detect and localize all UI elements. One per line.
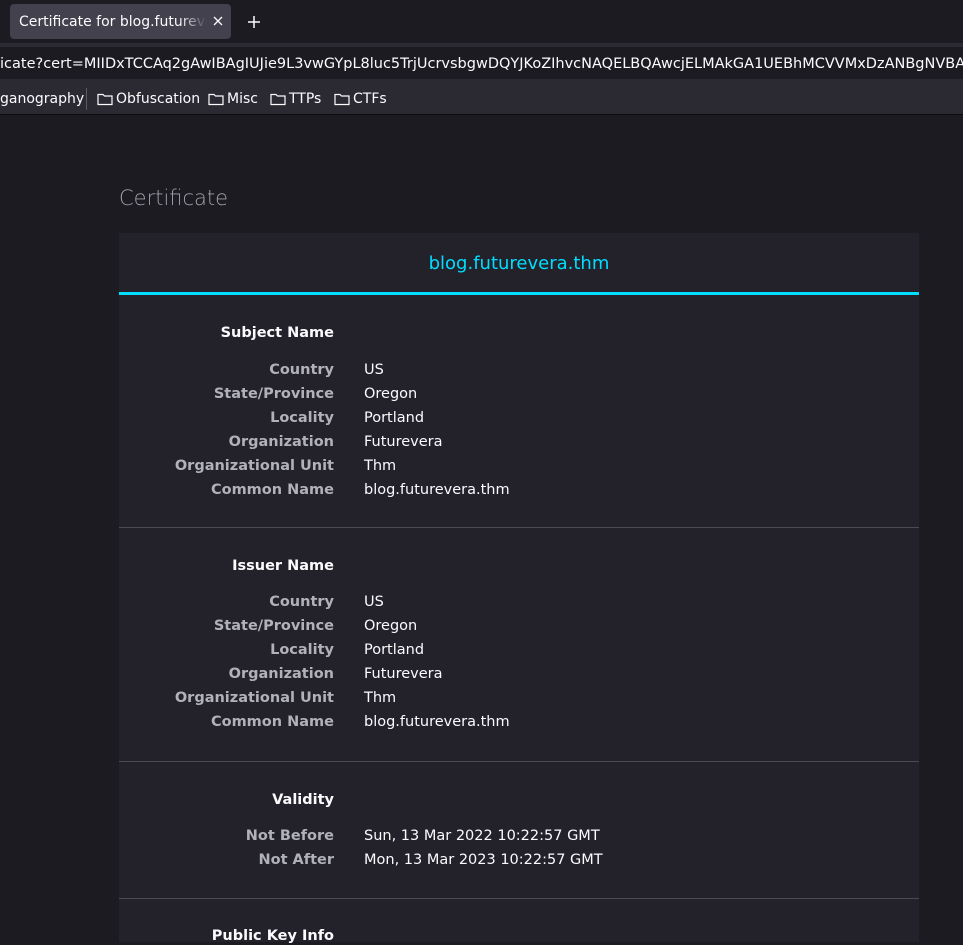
field-value: Sun, 13 Mar 2022 10:22:57 GMT bbox=[364, 828, 600, 844]
field-label: Common Name bbox=[210, 714, 334, 730]
field-label: State/Province bbox=[213, 386, 334, 402]
field-row: Country US bbox=[119, 361, 919, 385]
plus-icon bbox=[248, 16, 260, 28]
field-row: State/Province Oregon bbox=[119, 617, 919, 641]
field-row: Organization Futurevera bbox=[119, 433, 919, 457]
tab-title: Certificate for blog.futurevera.thm bbox=[19, 14, 207, 30]
tab-strip: Certificate for blog.futurevera.thm bbox=[0, 0, 963, 43]
field-row: Common Name blog.futurevera.thm bbox=[119, 481, 919, 505]
close-icon[interactable] bbox=[208, 11, 228, 31]
field-value: Thm bbox=[364, 690, 397, 706]
bookmark-label: TTPs bbox=[289, 91, 322, 107]
field-value: US bbox=[364, 594, 384, 610]
certificate-hostname: blog.futurevera.thm bbox=[428, 253, 610, 274]
folder-icon bbox=[97, 93, 113, 106]
bookmarks-bar: ganography Obfuscation Misc TTPs CTFs bbox=[0, 83, 963, 115]
folder-icon bbox=[334, 93, 350, 106]
field-label: State/Province bbox=[213, 618, 334, 634]
field-label: Country bbox=[269, 594, 334, 610]
folder-icon bbox=[208, 93, 224, 106]
page-title: Certificate bbox=[119, 186, 229, 210]
field-row: Organizational Unit Thm bbox=[119, 457, 919, 481]
field-value: Oregon bbox=[364, 386, 418, 402]
field-row: Not After Mon, 13 Mar 2023 10:22:57 GMT bbox=[119, 851, 919, 875]
section-title: Issuer Name bbox=[232, 558, 334, 574]
field-value: Futurevera bbox=[364, 434, 443, 450]
tab-certificate[interactable]: Certificate for blog.futurevera.thm bbox=[10, 4, 231, 39]
field-label: Country bbox=[269, 362, 334, 378]
bookmark-folder-misc[interactable]: Misc bbox=[208, 90, 258, 108]
field-row: Country US bbox=[119, 593, 919, 617]
bookmark-label: Obfuscation bbox=[116, 91, 201, 107]
field-value: Portland bbox=[364, 410, 425, 426]
field-value: Portland bbox=[364, 642, 425, 658]
field-label: Organization bbox=[228, 434, 334, 450]
field-label: Organizational Unit bbox=[174, 458, 334, 474]
bookmark-label: Misc bbox=[227, 91, 258, 107]
field-label: Not After bbox=[258, 852, 334, 868]
url-text: icate?cert=MIIDxTCCAq2gAwIBAgIUJie9L3vwG… bbox=[0, 56, 963, 72]
certificate-tab-header[interactable]: blog.futurevera.thm bbox=[119, 233, 919, 295]
bookmark-folder-ttps[interactable]: TTPs bbox=[270, 90, 321, 108]
field-value: blog.futurevera.thm bbox=[364, 482, 510, 498]
bookmark-folder-obfuscation[interactable]: Obfuscation bbox=[97, 90, 200, 108]
field-row: Organizational Unit Thm bbox=[119, 689, 919, 713]
field-value: Thm bbox=[364, 458, 397, 474]
field-label: Common Name bbox=[210, 482, 334, 498]
new-tab-button[interactable] bbox=[240, 8, 268, 36]
section-title: Public Key Info bbox=[211, 928, 334, 944]
field-label: Organizational Unit bbox=[174, 690, 334, 706]
field-row: Not Before Sun, 13 Mar 2022 10:22:57 GMT bbox=[119, 827, 919, 851]
nav-bar: icate?cert=MIIDxTCCAq2gAwIBAgIUJie9L3vwG… bbox=[0, 43, 963, 83]
section-title: Validity bbox=[272, 792, 334, 808]
field-value: Mon, 13 Mar 2023 10:22:57 GMT bbox=[364, 852, 603, 868]
field-row: Common Name blog.futurevera.thm bbox=[119, 713, 919, 737]
folder-icon bbox=[270, 93, 286, 106]
field-row: State/Province Oregon bbox=[119, 385, 919, 409]
field-row: Locality Portland bbox=[119, 409, 919, 433]
field-value: US bbox=[364, 362, 384, 378]
section-validity: Validity Not Before Sun, 13 Mar 2022 10:… bbox=[119, 762, 919, 899]
section-public-key-info: Public Key Info bbox=[119, 899, 919, 944]
field-row: Locality Portland bbox=[119, 641, 919, 665]
section-subject-name: Subject Name Country US State/Province O… bbox=[119, 295, 919, 528]
field-label: Locality bbox=[270, 642, 334, 658]
url-field[interactable]: icate?cert=MIIDxTCCAq2gAwIBAgIUJie9L3vwG… bbox=[0, 47, 963, 79]
field-value: Oregon bbox=[364, 618, 418, 634]
field-label: Organization bbox=[228, 666, 334, 682]
section-title: Subject Name bbox=[220, 325, 334, 341]
field-label: Not Before bbox=[245, 828, 334, 844]
bookmark-separator bbox=[86, 88, 87, 110]
field-value: blog.futurevera.thm bbox=[364, 714, 510, 730]
bookmark-steganography[interactable]: ganography bbox=[0, 90, 84, 108]
field-value: Futurevera bbox=[364, 666, 443, 682]
field-row: Organization Futurevera bbox=[119, 665, 919, 689]
bookmark-label: CTFs bbox=[353, 91, 387, 107]
field-label: Locality bbox=[270, 410, 334, 426]
section-issuer-name: Issuer Name Country US State/Province Or… bbox=[119, 528, 919, 762]
bookmark-folder-ctfs[interactable]: CTFs bbox=[334, 90, 387, 108]
bookmark-label: ganography bbox=[0, 91, 85, 107]
certificate-card: blog.futurevera.thm Subject Name Country… bbox=[119, 233, 919, 944]
